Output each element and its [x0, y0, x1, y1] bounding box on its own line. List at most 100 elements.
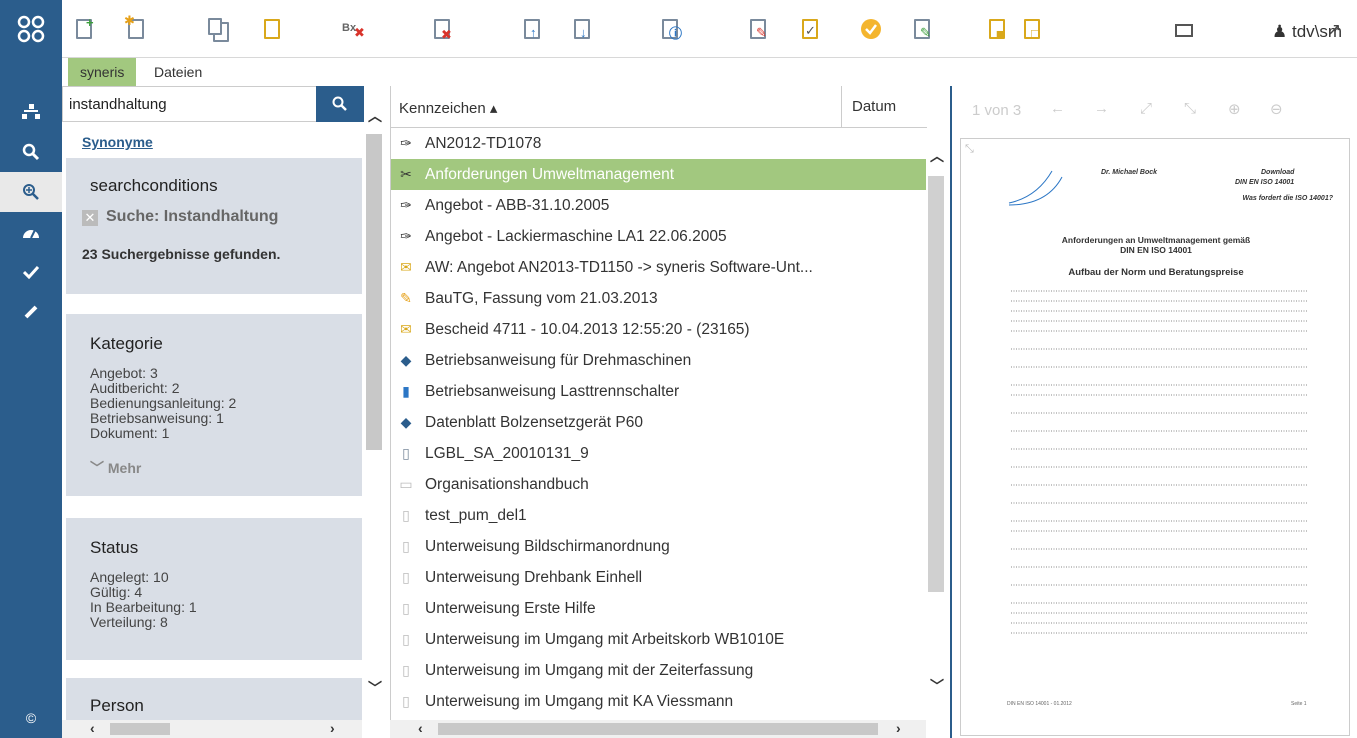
delete-rows-icon[interactable]: Bx ✖	[342, 18, 366, 42]
text-document-icon: ▯	[402, 445, 410, 461]
download-document-icon[interactable]: ↓	[572, 18, 596, 42]
list-item[interactable]: ▯ Unterweisung Erste Hilfe	[391, 593, 927, 624]
person-title: Person	[90, 696, 144, 715]
zoom-search-icon[interactable]	[0, 172, 62, 212]
facet-item[interactable]: Betriebsanweisung: 1	[90, 411, 236, 426]
checklist-icon[interactable]: ✓	[800, 18, 824, 42]
facet-item[interactable]: Gültig: 4	[90, 585, 197, 600]
search-condition: Suche: Instandhaltung	[106, 208, 279, 225]
list-item[interactable]: ▯ Unterweisung im Umgang mit der Zeiterfa…	[391, 655, 927, 686]
next-page-icon[interactable]: →	[1094, 100, 1109, 117]
filter-panel: Synonyme searchconditions ✕ Suche: Insta…	[62, 122, 362, 722]
pencil-icon[interactable]	[0, 292, 62, 332]
upload-document-icon[interactable]: ↑	[522, 18, 546, 42]
left-scrollbar[interactable]: ︿ ﹀	[364, 86, 384, 726]
synonyme-link[interactable]: Synonyme	[82, 134, 153, 150]
list-item[interactable]: ◆ Datenblatt Bolzensetzgerät P60	[391, 407, 927, 438]
delete-document-icon[interactable]: ✖	[432, 18, 456, 42]
facet-item[interactable]: Angelegt: 10	[90, 570, 197, 585]
scroll-up-icon[interactable]: ︿	[930, 146, 944, 166]
info-document-icon[interactable]: ⓘ	[660, 18, 684, 42]
chevron-down-icon: ﹀	[90, 460, 104, 476]
prev-page-icon[interactable]: ←	[1050, 100, 1065, 117]
list-item[interactable]: ✑ Angebot - Lackiermaschine LA1 22.06.200…	[391, 221, 927, 252]
zoom-out-icon[interactable]: ⊖	[1270, 100, 1283, 118]
edit-document-icon[interactable]: ✎	[748, 18, 772, 42]
preview-pane: 1 von 3 ← → ⤢ ⤡ ⊕ ⊖ ⤡ Dr. Michael Bock D…	[950, 86, 1357, 738]
scroll-down-icon[interactable]: ﹀	[930, 676, 944, 696]
pen-icon: ✎	[400, 290, 412, 306]
list-item[interactable]: ✂ Anforderungen Umweltmanagement	[391, 159, 927, 190]
facet-item[interactable]: Auditbericht: 2	[90, 381, 236, 396]
zoom-in-icon[interactable]: ⊕	[1228, 100, 1241, 118]
facet-item[interactable]: Verteilung: 8	[90, 615, 197, 630]
copy-icon[interactable]	[208, 18, 232, 42]
tool-icon: ✂	[400, 166, 412, 182]
list-item[interactable]: ▯ LGBL_SA_20010131_9	[391, 438, 927, 469]
scroll-right-icon[interactable]: ›	[896, 720, 901, 736]
lock-document-icon[interactable]: ■	[987, 18, 1011, 42]
external-link-icon[interactable]: ↗	[1327, 20, 1341, 40]
list-header: Kennzeichen ▴ Datum	[391, 86, 927, 128]
new-star-document-icon[interactable]: ✱	[124, 14, 150, 42]
list-item[interactable]: ▯ Unterweisung im Umgang mit Arbeitskorb …	[391, 624, 927, 655]
scroll-left-icon[interactable]: ‹	[418, 720, 423, 736]
list-item[interactable]: ✑ Angebot - ABB-31.10.2005	[391, 190, 927, 221]
check-icon[interactable]	[0, 252, 62, 292]
hierarchy-icon[interactable]	[0, 92, 62, 132]
tab-syneris[interactable]: syneris	[68, 58, 137, 86]
gear-small-icon: ✑	[400, 228, 412, 244]
col-kennzeichen[interactable]: Kennzeichen ▴	[399, 99, 497, 117]
list-scrollbar[interactable]: ︿ ﹀	[926, 128, 946, 720]
list-item[interactable]: ◆ Betriebsanweisung für Drehmaschinen	[391, 345, 927, 376]
scrollbar-thumb[interactable]	[366, 134, 382, 450]
list-item[interactable]: ✉ AW: Angebot AN2013-TD1150 -> syneris So…	[391, 252, 927, 283]
list-item[interactable]: ✉ Bescheid 4711 - 10.04.2013 12:55:20 - (…	[391, 314, 927, 345]
fullscreen-icon[interactable]: ⤡	[965, 143, 974, 156]
collapse-icon[interactable]: ⤡	[1184, 100, 1196, 117]
scroll-left-icon[interactable]: ‹	[90, 720, 95, 736]
scroll-up-icon[interactable]: ︿	[368, 106, 382, 126]
preview-toolbar: 1 von 3 ← → ⤢ ⤡ ⊕ ⊖	[952, 86, 1357, 134]
sign-document-icon[interactable]: ✎	[912, 18, 936, 42]
search-icon[interactable]	[0, 132, 62, 172]
scroll-right-icon[interactable]: ›	[330, 720, 335, 736]
dashboard-icon[interactable]	[0, 212, 62, 252]
mail-icon[interactable]	[1175, 24, 1193, 37]
doc-download: Download	[1261, 169, 1295, 176]
list-item[interactable]: ✑ AN2012-TD1078	[391, 128, 927, 159]
search-button[interactable]	[316, 86, 364, 122]
facet-item[interactable]: Bedienungsanleitung: 2	[90, 396, 236, 411]
paste-icon[interactable]	[262, 18, 286, 42]
facet-item[interactable]: Angebot: 3	[90, 366, 236, 381]
app-logo-icon[interactable]	[0, 0, 62, 58]
remove-condition-icon[interactable]: ✕	[82, 210, 98, 226]
tab-dateien[interactable]: Dateien	[142, 58, 214, 86]
result-count: 23 Suchergebnisse gefunden.	[82, 246, 281, 262]
list-item[interactable]: ▯ test_pum_del1	[391, 500, 927, 531]
facet-item[interactable]: In Bearbeitung: 1	[90, 600, 197, 615]
gear-small-icon: ✑	[400, 135, 412, 151]
list-item[interactable]: ✎ BauTG, Fassung vom 21.03.2013	[391, 283, 927, 314]
scroll-down-icon[interactable]: ﹀	[368, 678, 382, 698]
blank-document-icon: ▯	[402, 631, 410, 647]
document-list: Kennzeichen ▴ Datum ✑ AN2012-TD1078 ✂ Anfo…	[390, 86, 927, 726]
list-item[interactable]: ▯ Unterweisung Drehbank Einhell	[391, 562, 927, 593]
col-datum[interactable]: Datum	[841, 86, 919, 128]
list-hscrollbar[interactable]: ‹ ›	[390, 720, 926, 738]
blank-document-icon: ▯	[402, 662, 410, 678]
list-item[interactable]: ▯ Unterweisung Bildschirmanordnung	[391, 531, 927, 562]
approve-icon[interactable]	[860, 18, 884, 42]
unlock-document-icon[interactable]: □	[1022, 18, 1046, 42]
facet-item[interactable]: Dokument: 1	[90, 426, 236, 441]
more-link[interactable]: ﹀ Mehr	[90, 458, 141, 478]
list-item[interactable]: ▭ Organisationshandbuch	[391, 469, 927, 500]
scrollbar-thumb[interactable]	[928, 176, 944, 592]
expand-icon[interactable]: ⤢	[1140, 100, 1152, 117]
left-hscrollbar[interactable]: ‹ ›	[62, 720, 362, 738]
new-document-icon[interactable]: +	[74, 16, 98, 42]
search-input[interactable]	[69, 93, 309, 115]
copyright-icon[interactable]: ©	[0, 698, 62, 738]
list-item[interactable]: ▯ Unterweisung im Umgang mit KA Viessmann	[391, 686, 927, 717]
list-item[interactable]: ▮ Betriebsanweisung Lasttrennschalter	[391, 376, 927, 407]
